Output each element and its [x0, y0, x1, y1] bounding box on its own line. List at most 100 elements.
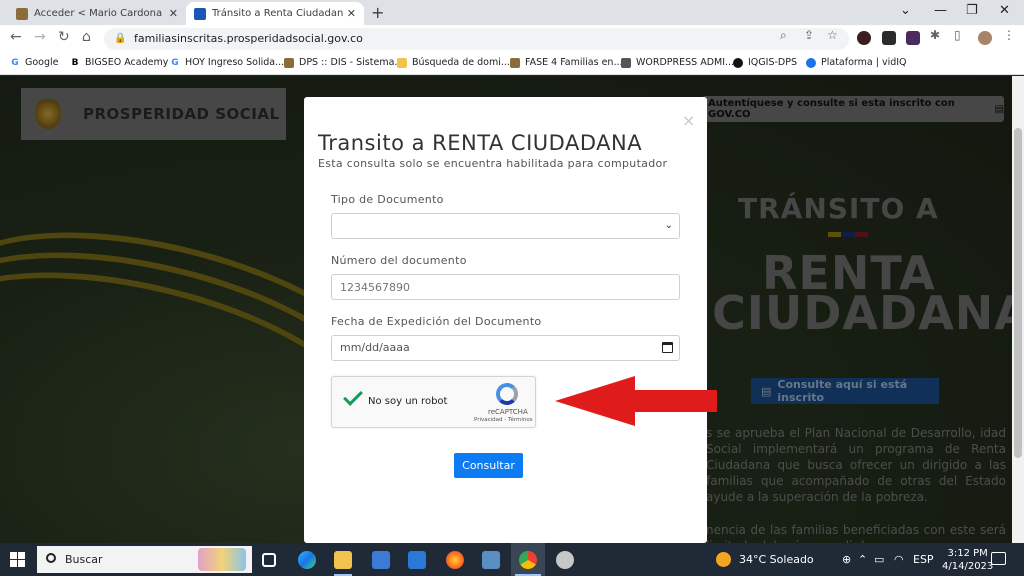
forward-icon[interactable]: → — [34, 29, 46, 45]
consulta-modal: × Transito a RENTA CIUDADANA Esta consul… — [304, 97, 707, 543]
crest-icon — [510, 57, 520, 68]
tab-transito[interactable]: Tránsito a Renta Ciudadana - Pro ✕ — [186, 2, 364, 25]
modal-title: Transito a RENTA CIUDADANA — [318, 131, 643, 155]
bookmark-item[interactable]: IQGIS-DPS — [733, 57, 797, 68]
extension-icon[interactable] — [906, 31, 920, 45]
bookmark-item[interactable]: Plataforma | vidIQ — [806, 57, 907, 68]
site-favicon-icon — [194, 7, 206, 20]
bookmark-item[interactable]: B BIGSEO Academy — [70, 57, 169, 68]
site-favicon-icon — [16, 7, 28, 20]
address-bar[interactable]: 🔒 familiasinscritas.prosperidadsocial.go… — [104, 28, 849, 50]
menu-kebab-icon[interactable]: ⋮ — [1003, 28, 1015, 42]
bookmark-item[interactable]: DPS :: DIS - Sistema... — [284, 57, 403, 68]
home-icon[interactable]: ⌂ — [82, 29, 91, 45]
taskbar-clock[interactable]: 3:12 PM 4/14/2023 — [942, 547, 993, 573]
address-toolbar: ← → ↻ ⌂ 🔒 familiasinscritas.prosperidads… — [0, 25, 1024, 53]
new-tab-icon[interactable]: + — [371, 3, 384, 22]
bookmarks-bar: G Google B BIGSEO Academy G HOY Ingreso Sol… — [0, 53, 1024, 75]
modal-close-icon[interactable]: × — [682, 111, 695, 130]
clock-date: 4/14/2023 — [942, 561, 994, 572]
search-highlight-icon — [198, 548, 246, 571]
people-icon[interactable]: ⊕ — [842, 553, 851, 566]
chevron-up-icon[interactable]: ⌃ — [858, 553, 867, 566]
sun-icon — [716, 552, 731, 567]
side-panel-icon[interactable]: ▯ — [954, 28, 961, 42]
restore-icon[interactable]: ❐ — [966, 3, 978, 18]
close-window-icon[interactable]: ✕ — [999, 3, 1010, 18]
tab-strip: Acceder < Mario Cardona Mas Fr ✕ Tránsit… — [0, 0, 1024, 25]
share-icon[interactable]: ⇪ — [804, 28, 814, 42]
url-text: familiasinscritas.prosperidadsocial.gov.… — [134, 32, 363, 45]
battery-icon[interactable]: ▭ — [874, 553, 884, 566]
notifications-icon[interactable] — [991, 552, 1006, 565]
reload-icon[interactable]: ↻ — [58, 29, 70, 45]
clock-time: 3:12 PM — [947, 548, 988, 559]
wordpress-icon — [621, 57, 631, 68]
weather-widget[interactable]: 34°C Soleado — [716, 552, 814, 567]
remote-desktop-icon[interactable] — [482, 551, 500, 569]
crest-icon — [284, 57, 294, 68]
bookmark-item[interactable]: G Google — [10, 57, 58, 68]
mail-icon[interactable] — [408, 551, 426, 569]
doc-type-select[interactable]: ⌄ — [331, 213, 680, 239]
recaptcha-checkbox[interactable] — [342, 387, 364, 409]
minimize-icon[interactable]: — — [934, 3, 947, 18]
tab-close-icon[interactable]: ✕ — [347, 7, 356, 20]
file-explorer-icon[interactable] — [334, 551, 352, 569]
recaptcha-logo-icon — [496, 383, 518, 405]
exp-date-input[interactable]: mm/dd/aaaa — [331, 335, 680, 361]
language-indicator[interactable]: ESP — [913, 553, 934, 566]
taskbar-search[interactable]: Buscar — [37, 546, 252, 573]
puzzle-icon[interactable]: ✱ — [930, 28, 940, 42]
doc-number-label: Número del documento — [331, 254, 467, 267]
tab-title: Tránsito a Renta Ciudadana - Pro — [212, 8, 343, 19]
folder-icon — [397, 57, 407, 68]
avatar[interactable] — [978, 31, 992, 45]
edge-icon[interactable] — [298, 551, 316, 569]
tab-title: Acceder < Mario Cardona Mas Fr — [34, 8, 165, 19]
extension-icon[interactable] — [882, 31, 896, 45]
firefox-icon[interactable] — [446, 551, 464, 569]
recaptcha-terms-link[interactable]: Privacidad - Términos — [474, 417, 533, 423]
tab-acceder[interactable]: Acceder < Mario Cardona Mas Fr ✕ — [8, 2, 186, 25]
vidiq-icon — [806, 57, 816, 68]
calendar-icon[interactable] — [662, 342, 673, 353]
zoom-icon[interactable]: ⌕ — [780, 28, 787, 43]
exp-date-label: Fecha de Expedición del Documento — [331, 315, 542, 328]
wifi-icon[interactable]: ◠ — [894, 553, 904, 566]
doc-type-label: Tipo de Documento — [331, 193, 444, 206]
windows-taskbar: Buscar 34°C Soleado ⊕ ⌃ ▭ ◠ ESP 3:12 PM … — [0, 543, 1024, 576]
extension-icon[interactable] — [857, 31, 871, 45]
search-label: Buscar — [65, 553, 103, 566]
bookmark-item[interactable]: FASE 4 Familias en... — [510, 57, 623, 68]
bookmark-item[interactable]: WORDPRESS ADMI... — [621, 57, 734, 68]
recaptcha-label: No soy un robot — [368, 396, 448, 407]
doc-number-input[interactable] — [331, 274, 680, 300]
scrollbar-thumb[interactable] — [1014, 128, 1022, 458]
bookmark-item[interactable]: Búsqueda de domi... — [397, 57, 510, 68]
windows-start-icon[interactable] — [10, 552, 25, 567]
tab-search-chevron-icon[interactable]: ⌄ — [900, 3, 911, 18]
modal-subtitle: Esta consulta solo se encuentra habilita… — [318, 157, 668, 170]
search-icon — [46, 553, 56, 563]
task-view-icon[interactable] — [262, 553, 276, 567]
globe-icon — [733, 57, 743, 68]
lock-icon: 🔒 — [114, 33, 127, 44]
recaptcha-widget: No soy un robot reCAPTCHA Privacidad - T… — [331, 376, 536, 428]
recaptcha-brand: reCAPTCHA — [488, 408, 528, 416]
bookmark-star-icon[interactable]: ☆ — [827, 28, 838, 42]
paint-icon[interactable] — [556, 551, 574, 569]
bigseo-icon: B — [71, 57, 79, 68]
page-scrollbar[interactable] — [1012, 76, 1024, 543]
store-icon[interactable] — [372, 551, 390, 569]
red-arrow-icon — [555, 376, 717, 426]
tab-close-icon[interactable]: ✕ — [169, 7, 178, 20]
consultar-button[interactable]: Consultar — [454, 453, 523, 478]
bookmark-item[interactable]: G HOY Ingreso Solida... — [170, 57, 284, 68]
back-icon[interactable]: ← — [10, 29, 22, 45]
google-icon: G — [171, 57, 179, 68]
chevron-down-icon: ⌄ — [664, 220, 673, 231]
chrome-icon[interactable] — [519, 551, 537, 569]
weather-text: 34°C Soleado — [739, 553, 814, 566]
google-icon: G — [11, 57, 19, 68]
